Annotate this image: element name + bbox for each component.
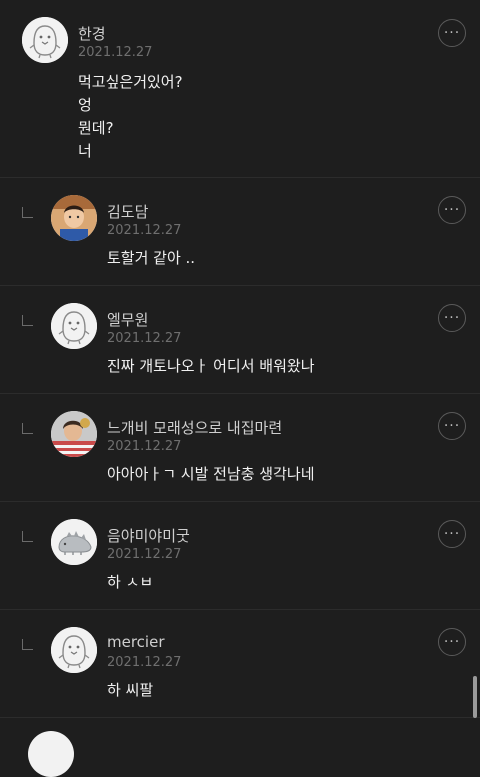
reply-arrow-icon	[22, 207, 33, 218]
comment-line: 진짜 개토나오ㅏ 어디서 배워왔나	[107, 357, 315, 375]
comment-line: 아아아ㅏㄱ 시발 전남충 생각나네	[107, 465, 315, 483]
comment-date: 2021.12.27	[78, 45, 153, 60]
comment-body: 하 ㅅㅂ	[107, 571, 153, 594]
reply-arrow-icon	[22, 315, 33, 326]
reply-item: 엘무원 2021.12.27 진짜 개토나오ㅏ 어디서 배워왔나 ···	[0, 286, 480, 394]
scrollbar[interactable]	[473, 676, 477, 718]
comment-author[interactable]: 한경	[78, 23, 106, 44]
comment-date: 2021.12.27	[107, 331, 182, 346]
comment-author[interactable]: 느개비 모래성으로 내집마련	[107, 417, 282, 438]
more-options-button[interactable]: ···	[438, 412, 466, 440]
penguin-icon	[22, 17, 68, 63]
more-options-button[interactable]: ···	[438, 19, 466, 47]
comment-author[interactable]: 김도담	[107, 201, 148, 222]
comment-line: 먹고싶은거있어?	[78, 73, 183, 91]
comment-date: 2021.12.27	[107, 439, 182, 454]
penguin-icon	[51, 627, 97, 673]
reply-arrow-icon	[22, 423, 33, 434]
comment-line: 토할거 같아 ..	[107, 249, 196, 267]
penguin-icon	[51, 303, 97, 349]
avatar[interactable]	[51, 519, 97, 565]
child-photo	[51, 195, 97, 241]
avatar[interactable]	[22, 17, 68, 63]
comment-date: 2021.12.27	[107, 655, 182, 670]
reply-arrow-icon	[22, 531, 33, 542]
comment-line: 뭔데?	[78, 119, 114, 137]
more-options-button[interactable]: ···	[438, 628, 466, 656]
comment-author[interactable]: mercier	[107, 633, 165, 651]
reply-item: 느개비 모래성으로 내집마련 2021.12.27 아아아ㅏㄱ 시발 전남충 생…	[0, 394, 480, 502]
more-options-button[interactable]: ···	[438, 196, 466, 224]
more-options-button[interactable]: ···	[438, 304, 466, 332]
comment-date: 2021.12.27	[107, 547, 182, 562]
person-photo	[51, 411, 97, 457]
comment-author[interactable]: 음야미야미굿	[107, 525, 190, 546]
comment-item: 한경 2021.12.27 먹고싶은거있어? 엉 뭔데? 너 ···	[0, 0, 480, 178]
comment-body: 진짜 개토나오ㅏ 어디서 배워왔나	[107, 355, 315, 378]
comment-body: 토할거 같아 ..	[107, 247, 195, 270]
avatar[interactable]	[51, 195, 97, 241]
reply-item: 김도담 2021.12.27 토할거 같아 .. ···	[0, 178, 480, 286]
dinosaur-icon	[51, 519, 97, 565]
avatar[interactable]	[51, 303, 97, 349]
comment-author[interactable]: 엘무원	[107, 309, 148, 330]
more-options-button[interactable]: ···	[438, 520, 466, 548]
comment-body: 먹고싶은거있어? 엉 뭔데? 너	[78, 71, 183, 163]
avatar[interactable]	[51, 627, 97, 673]
comment-line: 너	[78, 142, 92, 160]
avatar[interactable]	[51, 411, 97, 457]
comment-line: 엉	[78, 96, 92, 114]
reply-item: mercier 2021.12.27 하 씨팔 ···	[0, 610, 480, 718]
comment-date: 2021.12.27	[107, 223, 182, 238]
reply-arrow-icon	[22, 639, 33, 650]
comment-line: 하 씨팔	[107, 681, 154, 699]
comment-body: 아아아ㅏㄱ 시발 전남충 생각나네	[107, 463, 315, 486]
reply-item: 음야미야미굿 2021.12.27 하 ㅅㅂ ···	[0, 502, 480, 610]
comment-body: 하 씨팔	[107, 679, 153, 702]
comment-line: 하 ㅅㅂ	[107, 573, 154, 591]
